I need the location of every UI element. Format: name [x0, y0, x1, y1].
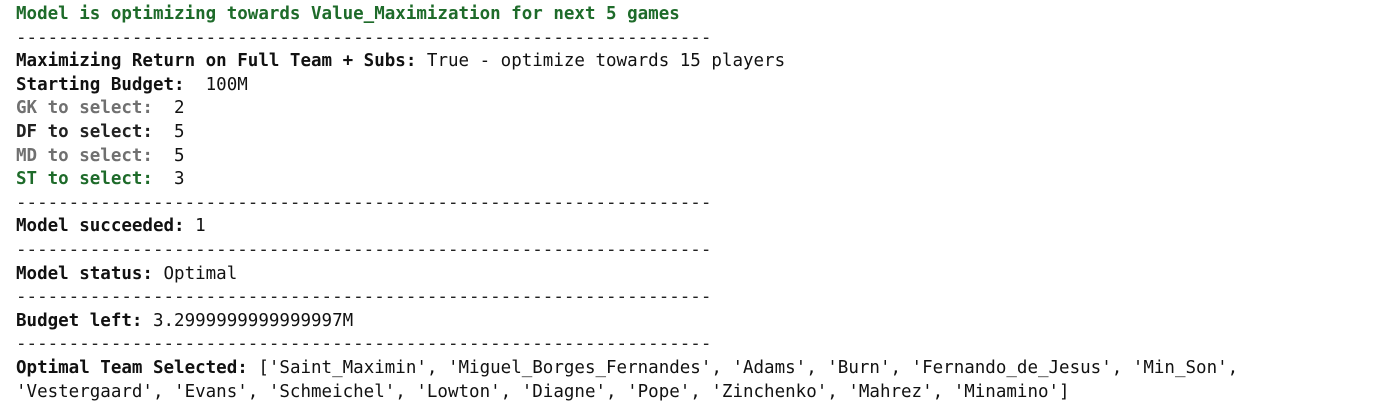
succeeded-value: 1	[184, 216, 206, 237]
separator: ----------------------------------------…	[16, 287, 712, 308]
team-label: Optimal Team Selected:	[16, 357, 248, 378]
status-value: Optimal	[152, 263, 238, 284]
status-row: Model status: Optimal	[16, 263, 1400, 287]
budget-left-label: Budget left:	[16, 310, 143, 331]
md-row: MD to select: 5	[16, 145, 1400, 169]
starting-budget-row: Starting Budget: 100M	[16, 74, 1400, 98]
budget-left-value: 3.2999999999999997M	[142, 310, 354, 331]
starting-budget-value: 100M	[184, 74, 248, 95]
max-return-row: Maximizing Return on Full Team + Subs: T…	[16, 50, 1400, 74]
separator: ----------------------------------------…	[16, 27, 712, 48]
df-value: 5	[152, 121, 185, 142]
max-return-value: True - optimize towards 15 players	[416, 51, 786, 72]
team-row: Optimal Team Selected: ['Saint_Maximin',…	[16, 357, 1400, 381]
st-value: 3	[152, 169, 185, 190]
succeeded-row: Model succeeded: 1	[16, 215, 1400, 239]
st-row: ST to select: 3	[16, 168, 1400, 192]
team-value-line1: ['Saint_Maximin', 'Miguel_Borges_Fernand…	[247, 357, 1239, 378]
separator: ----------------------------------------…	[16, 192, 712, 213]
md-label: MD to select:	[16, 145, 153, 166]
md-value: 5	[152, 145, 185, 166]
max-return-label: Maximizing Return on Full Team + Subs:	[16, 51, 417, 72]
team-value-line2: 'Vestergaard', 'Evans', 'Schmeichel', 'L…	[16, 381, 1070, 402]
objective-line: Model is optimizing towards Value_Maximi…	[16, 4, 680, 24]
separator: ----------------------------------------…	[16, 239, 712, 260]
succeeded-label: Model succeeded:	[16, 216, 185, 237]
gk-label: GK to select:	[16, 98, 153, 119]
df-row: DF to select: 5	[16, 121, 1400, 145]
st-label: ST to select:	[16, 169, 153, 190]
console-output: Model is optimizing towards Value_Maximi…	[0, 0, 1400, 404]
starting-budget-label: Starting Budget:	[16, 74, 185, 95]
separator: ----------------------------------------…	[16, 334, 712, 355]
budget-left-row: Budget left: 3.2999999999999997M	[16, 310, 1400, 334]
gk-value: 2	[152, 98, 185, 119]
gk-row: GK to select: 2	[16, 97, 1400, 121]
status-label: Model status:	[16, 263, 153, 284]
df-label: DF to select:	[16, 121, 153, 142]
team-row-continued: 'Vestergaard', 'Evans', 'Schmeichel', 'L…	[16, 381, 1400, 405]
